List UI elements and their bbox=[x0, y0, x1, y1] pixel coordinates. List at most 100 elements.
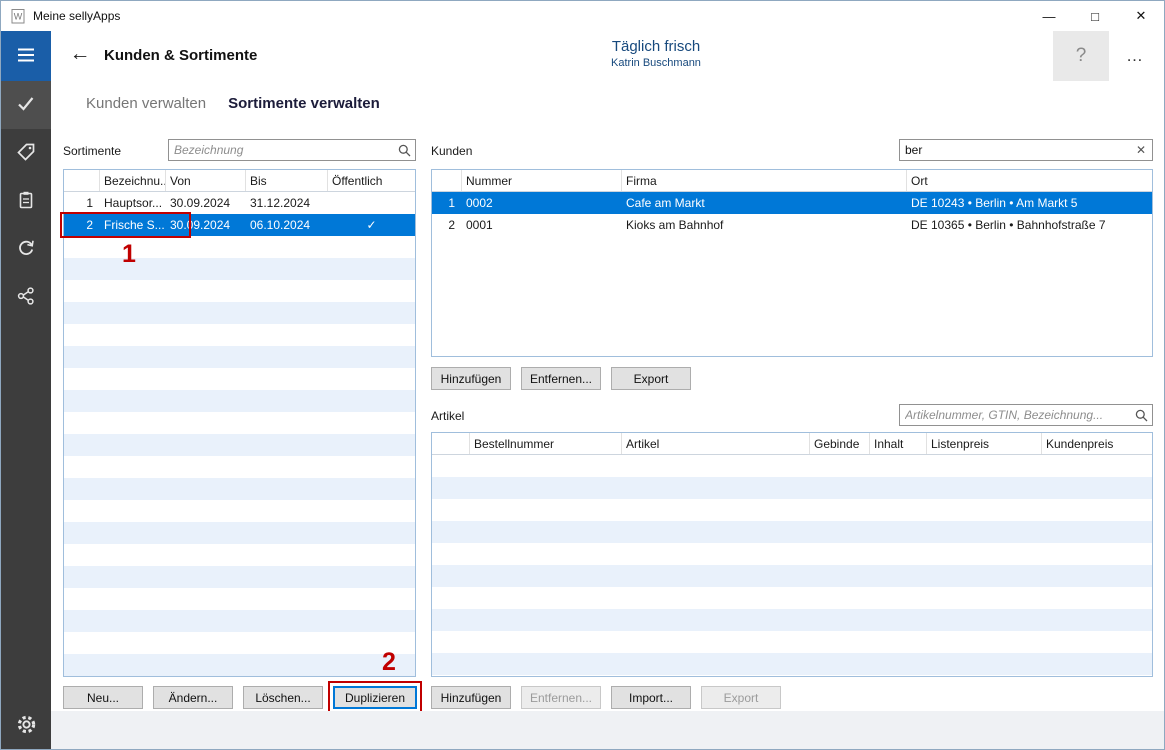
sortimente-table: Bezeichnu... Von Bis Öffentlich 1 Haupts… bbox=[63, 169, 416, 677]
clipboard-icon bbox=[16, 190, 36, 213]
column-header-gebinde[interactable]: Gebinde bbox=[810, 433, 870, 454]
kunden-search: ✕ bbox=[899, 139, 1153, 161]
row-number: 1 bbox=[432, 192, 462, 214]
column-header-nummer[interactable]: Nummer bbox=[462, 170, 622, 191]
search-icon[interactable] bbox=[393, 140, 415, 160]
cell-von: 30.09.2024 bbox=[166, 192, 246, 214]
artikel-search bbox=[899, 404, 1153, 426]
column-header-bis[interactable]: Bis bbox=[246, 170, 328, 191]
kunden-entfernen-button[interactable]: Entfernen... bbox=[521, 367, 601, 390]
artikel-table-body bbox=[432, 455, 1152, 676]
column-header[interactable] bbox=[432, 433, 470, 454]
sortimente-table-header: Bezeichnu... Von Bis Öffentlich bbox=[64, 170, 415, 192]
cell-ort: DE 10365 • Berlin • Bahnhofstraße 7 bbox=[907, 214, 1152, 236]
cell-oeffentlich bbox=[328, 192, 415, 214]
aendern-button[interactable]: Ändern... bbox=[153, 686, 233, 709]
row-number: 2 bbox=[432, 214, 462, 236]
cell-firma: Kioks am Bahnhof bbox=[622, 214, 907, 236]
kunden-table-header: Nummer Firma Ort bbox=[432, 170, 1152, 192]
cell-nummer: 0002 bbox=[462, 192, 622, 214]
sidebar-item-catalog[interactable] bbox=[1, 129, 51, 177]
artikel-hinzufuegen-button[interactable]: Hinzufügen bbox=[431, 686, 511, 709]
sync-icon bbox=[16, 238, 36, 261]
column-header-von[interactable]: Von bbox=[166, 170, 246, 191]
column-header-bestellnummer[interactable]: Bestellnummer bbox=[470, 433, 622, 454]
tab-sortimente-verwalten[interactable]: Sortimente verwalten bbox=[228, 95, 380, 112]
kunden-table: Nummer Firma Ort 1 0002 Cafe am Markt DE… bbox=[431, 169, 1153, 357]
header: ← Kunden & Sortimente Täglich frisch Kat… bbox=[51, 31, 1164, 81]
cell-von: 30.09.2024 bbox=[166, 214, 246, 236]
artikel-search-input[interactable] bbox=[900, 405, 1130, 425]
window-controls: — □ ✕ bbox=[1026, 1, 1164, 31]
cell-bezeichnung: Frische S... bbox=[100, 214, 166, 236]
duplizieren-button[interactable]: Duplizieren bbox=[333, 686, 417, 709]
maximize-button[interactable]: □ bbox=[1072, 1, 1118, 31]
kunden-hinzufuegen-button[interactable]: Hinzufügen bbox=[431, 367, 511, 390]
minimize-button[interactable]: — bbox=[1026, 1, 1072, 31]
artikel-table: Bestellnummer Artikel Gebinde Inhalt Lis… bbox=[431, 432, 1153, 677]
row-number: 2 bbox=[64, 214, 100, 236]
hamburger-icon bbox=[15, 44, 37, 69]
hamburger-menu-button[interactable] bbox=[1, 31, 51, 81]
help-button[interactable]: ? bbox=[1053, 31, 1109, 81]
column-header-kundenpreis[interactable]: Kundenpreis bbox=[1042, 433, 1152, 454]
sidebar-item-share[interactable] bbox=[1, 273, 51, 321]
tab-kunden-verwalten[interactable]: Kunden verwalten bbox=[86, 95, 206, 112]
sidebar-item-settings[interactable] bbox=[1, 702, 51, 749]
main-content: Sortimente Bezeichnu... Von Bis Öffentli… bbox=[51, 126, 1164, 749]
row-number: 1 bbox=[64, 192, 100, 214]
table-row-selected[interactable]: 1 0002 Cafe am Markt DE 10243 • Berlin •… bbox=[432, 192, 1152, 214]
column-header-listenpreis[interactable]: Listenpreis bbox=[927, 433, 1042, 454]
titlebar: W Meine sellyApps — □ ✕ bbox=[1, 1, 1164, 31]
column-header-artikel[interactable]: Artikel bbox=[622, 433, 810, 454]
tabbar: Kunden verwalten Sortimente verwalten bbox=[51, 81, 1164, 126]
app-window: W Meine sellyApps — □ ✕ bbox=[0, 0, 1165, 750]
sortimente-table-body: 1 Hauptsor... 30.09.2024 31.12.2024 2 Fr… bbox=[64, 192, 415, 676]
sortimente-search-input[interactable] bbox=[169, 140, 393, 160]
sidebar-item-orders[interactable] bbox=[1, 177, 51, 225]
artikel-table-header: Bestellnummer Artikel Gebinde Inhalt Lis… bbox=[432, 433, 1152, 455]
column-header-inhalt[interactable]: Inhalt bbox=[870, 433, 927, 454]
table-row-selected[interactable]: 2 Frische S... 30.09.2024 06.10.2024 ✓ bbox=[64, 214, 415, 236]
sidebar-item-tasks[interactable] bbox=[1, 81, 51, 129]
sortimente-search bbox=[168, 139, 416, 161]
sidebar bbox=[1, 31, 51, 749]
public-check-icon: ✓ bbox=[328, 214, 415, 236]
close-button[interactable]: ✕ bbox=[1118, 1, 1164, 31]
share-icon bbox=[16, 286, 36, 309]
column-header-bezeichnung[interactable]: Bezeichnu... bbox=[100, 170, 166, 191]
column-header[interactable] bbox=[64, 170, 100, 191]
page-title: Kunden & Sortimente bbox=[104, 47, 257, 64]
cell-bis: 06.10.2024 bbox=[246, 214, 328, 236]
clear-icon[interactable]: ✕ bbox=[1130, 140, 1152, 160]
column-header-firma[interactable]: Firma bbox=[622, 170, 907, 191]
search-icon[interactable] bbox=[1130, 405, 1152, 425]
kunden-label: Kunden bbox=[431, 144, 472, 158]
more-button[interactable]: … bbox=[1114, 31, 1156, 81]
account-user: Katrin Buschmann bbox=[556, 57, 756, 69]
artikel-entfernen-button[interactable]: Entfernen... bbox=[521, 686, 601, 709]
artikel-import-button[interactable]: Import... bbox=[611, 686, 691, 709]
account-name: Täglich frisch bbox=[556, 38, 756, 55]
sidebar-item-sync[interactable] bbox=[1, 225, 51, 273]
cell-nummer: 0001 bbox=[462, 214, 622, 236]
column-header-oeffentlich[interactable]: Öffentlich bbox=[328, 170, 415, 191]
table-row[interactable]: 1 Hauptsor... 30.09.2024 31.12.2024 bbox=[64, 192, 415, 214]
tasks-check-icon bbox=[16, 94, 36, 117]
neu-button[interactable]: Neu... bbox=[63, 686, 143, 709]
column-header-ort[interactable]: Ort bbox=[907, 170, 1152, 191]
loeschen-button[interactable]: Löschen... bbox=[243, 686, 323, 709]
kunden-export-button[interactable]: Export bbox=[611, 367, 691, 390]
back-button[interactable]: ← bbox=[65, 42, 95, 66]
kunden-table-body: 1 0002 Cafe am Markt DE 10243 • Berlin •… bbox=[432, 192, 1152, 356]
cell-ort: DE 10243 • Berlin • Am Markt 5 bbox=[907, 192, 1152, 214]
catalog-icon bbox=[16, 142, 36, 165]
table-row[interactable]: 2 0001 Kioks am Bahnhof DE 10365 • Berli… bbox=[432, 214, 1152, 236]
settings-gear-icon bbox=[16, 714, 37, 738]
cell-bezeichnung: Hauptsor... bbox=[100, 192, 166, 214]
sortimente-label: Sortimente bbox=[63, 144, 121, 158]
column-header[interactable] bbox=[432, 170, 462, 191]
kunden-search-input[interactable] bbox=[900, 140, 1130, 160]
bottom-strip bbox=[51, 711, 1164, 749]
artikel-export-button[interactable]: Export bbox=[701, 686, 781, 709]
